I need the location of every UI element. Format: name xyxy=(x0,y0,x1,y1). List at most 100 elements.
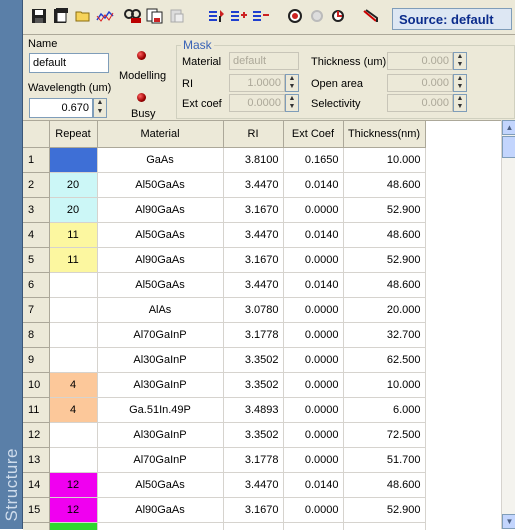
cell-material[interactable]: Al50GaAs xyxy=(97,223,223,248)
cell-thickness[interactable]: 20.000 xyxy=(343,298,425,323)
row-number[interactable]: 13 xyxy=(23,448,49,473)
cell-thickness[interactable]: 10.000 xyxy=(343,148,425,173)
cell-ri[interactable]: 3.1670 xyxy=(223,248,283,273)
cell-thickness[interactable]: 48.600 xyxy=(343,273,425,298)
table-row[interactable]: 9Al30GaInP3.35020.000062.500 xyxy=(23,348,425,373)
cell-repeat[interactable]: 11 xyxy=(49,223,97,248)
table-row[interactable]: 320Al90GaAs3.16700.000052.900 xyxy=(23,198,425,223)
row-number[interactable]: 4 xyxy=(23,223,49,248)
row-number[interactable]: 2 xyxy=(23,173,49,198)
table-row[interactable]: 6Al50GaAs3.44700.014048.600 xyxy=(23,273,425,298)
cell-repeat[interactable]: 12 xyxy=(49,498,97,523)
wavelength-stepper[interactable]: ▲▼ xyxy=(93,98,107,118)
cell-extcoef[interactable]: 0.0000 xyxy=(283,323,343,348)
cell-extcoef[interactable]: 0.0140 xyxy=(283,473,343,498)
cell-ri[interactable]: 3.4470 xyxy=(223,473,283,498)
cell-ri[interactable]: 3.1670 xyxy=(223,498,283,523)
cell-material[interactable]: Al30GaInP xyxy=(97,348,223,373)
cell-thickness[interactable]: 62.500 xyxy=(343,348,425,373)
cell-extcoef[interactable]: 0.1650 xyxy=(283,148,343,173)
cell-material[interactable]: AlAs xyxy=(97,298,223,323)
graph-icon[interactable] xyxy=(95,6,115,26)
cell-material[interactable]: Al90GaAs xyxy=(97,198,223,223)
cell-extcoef[interactable]: 0.0000 xyxy=(283,423,343,448)
scroll-thumb[interactable] xyxy=(502,136,515,158)
table-row[interactable]: 511Al90GaAs3.16700.000052.900 xyxy=(23,248,425,273)
row-number[interactable]: 5 xyxy=(23,248,49,273)
table-row[interactable]: 411Al50GaAs3.44700.014048.600 xyxy=(23,223,425,248)
cell-thickness[interactable]: 52.900 xyxy=(343,198,425,223)
row-number[interactable]: 9 xyxy=(23,348,49,373)
cell-thickness[interactable]: 51.700 xyxy=(343,448,425,473)
save-icon[interactable] xyxy=(29,6,49,26)
add-row-icon[interactable] xyxy=(229,6,249,26)
table-row[interactable]: 220Al50GaAs3.44700.014048.600 xyxy=(23,173,425,198)
cell-ri[interactable]: 3.3502 xyxy=(223,373,283,398)
cell-thickness[interactable]: 10.000 xyxy=(343,373,425,398)
table-row[interactable]: 13 Al70GaInP3.17780.000051.700 xyxy=(23,448,425,473)
run-arrow-icon[interactable] xyxy=(361,6,381,26)
cell-thickness[interactable]: 48.600 xyxy=(343,473,425,498)
row-number[interactable]: 6 xyxy=(23,273,49,298)
cell-repeat[interactable] xyxy=(49,298,97,323)
table-row[interactable]: 1GaAs3.81000.165010.000 xyxy=(23,148,425,173)
cell-extcoef[interactable]: 0.0140 xyxy=(283,173,343,198)
cell-ri[interactable]: 3.1778 xyxy=(223,448,283,473)
cell-material[interactable]: Al70GaInP xyxy=(97,448,223,473)
cell-ri[interactable]: 3.4470 xyxy=(223,223,283,248)
cell-repeat[interactable]: 20 xyxy=(49,173,97,198)
cell-extcoef[interactable]: 0.0000 xyxy=(283,348,343,373)
delete-row-icon[interactable] xyxy=(251,6,271,26)
copy-icon[interactable] xyxy=(145,6,165,26)
cell-repeat[interactable]: 20 xyxy=(49,198,97,223)
cell-ri[interactable]: 3.1670 xyxy=(223,198,283,223)
cell-extcoef[interactable]: 0.0000 xyxy=(283,448,343,473)
cell-material[interactable]: Al30GaInP xyxy=(97,423,223,448)
cell-thickness[interactable]: 32.700 xyxy=(343,323,425,348)
cell-ri[interactable]: 3.0780 xyxy=(223,298,283,323)
header-extcoef[interactable]: Ext Coef xyxy=(283,121,343,148)
cell-material[interactable]: Al70GaInP xyxy=(97,323,223,348)
table-row[interactable]: 104Al30GaInP3.35020.000010.000 xyxy=(23,373,425,398)
header-ri[interactable]: RI xyxy=(223,121,283,148)
cell-repeat[interactable]: 4 xyxy=(49,373,97,398)
cell-repeat[interactable]: 11 xyxy=(49,248,97,273)
row-number[interactable]: 1 xyxy=(23,148,49,173)
save-as-icon[interactable] xyxy=(51,6,71,26)
cell-extcoef[interactable]: 0.0000 xyxy=(283,398,343,423)
cell-repeat[interactable] xyxy=(49,323,97,348)
cell-material[interactable]: Al90GaAs xyxy=(97,248,223,273)
row-number[interactable]: 7 xyxy=(23,298,49,323)
row-number[interactable]: 14 xyxy=(23,473,49,498)
cell-material[interactable]: Al50GaAs xyxy=(97,273,223,298)
table-row[interactable]: 7 AlAs3.07800.000020.000 xyxy=(23,298,425,323)
find-icon[interactable] xyxy=(123,6,143,26)
cell-ri[interactable]: 3.4470 xyxy=(223,173,283,198)
insert-row-icon[interactable] xyxy=(207,6,227,26)
cell-ri[interactable]: 3.4893 xyxy=(223,398,283,423)
vertical-scrollbar[interactable]: ▲ ▼ xyxy=(501,120,515,529)
row-number[interactable]: 15 xyxy=(23,498,49,523)
cell-repeat[interactable]: 12 xyxy=(49,473,97,498)
header-thickness[interactable]: Thickness(nm) xyxy=(343,121,425,148)
cell-material[interactable]: Al50GaAs xyxy=(97,173,223,198)
cell-thickness[interactable]: 48.600 xyxy=(343,223,425,248)
row-number[interactable]: 3 xyxy=(23,198,49,223)
cell-repeat[interactable] xyxy=(49,423,97,448)
cell-repeat[interactable] xyxy=(49,348,97,373)
cell-material[interactable]: Al50GaAs xyxy=(97,473,223,498)
cell-extcoef[interactable]: 0.0000 xyxy=(283,198,343,223)
cell-thickness[interactable]: 52.900 xyxy=(343,248,425,273)
cell-thickness[interactable]: 48.600 xyxy=(343,173,425,198)
wavelength-input[interactable] xyxy=(29,98,93,118)
cell-extcoef[interactable]: 0.0000 xyxy=(283,298,343,323)
cell-ri[interactable]: 3.1778 xyxy=(223,323,283,348)
cell-material[interactable]: GaAs xyxy=(97,148,223,173)
cell-material[interactable]: Al30GaInP xyxy=(97,373,223,398)
table-row[interactable]: 1512Al90GaAs3.16700.000052.900 xyxy=(23,498,425,523)
row-number[interactable]: 12 xyxy=(23,423,49,448)
scroll-down-icon[interactable]: ▼ xyxy=(502,514,515,529)
header-material[interactable]: Material xyxy=(97,121,223,148)
cell-repeat[interactable] xyxy=(49,448,97,473)
name-input[interactable] xyxy=(29,53,109,73)
